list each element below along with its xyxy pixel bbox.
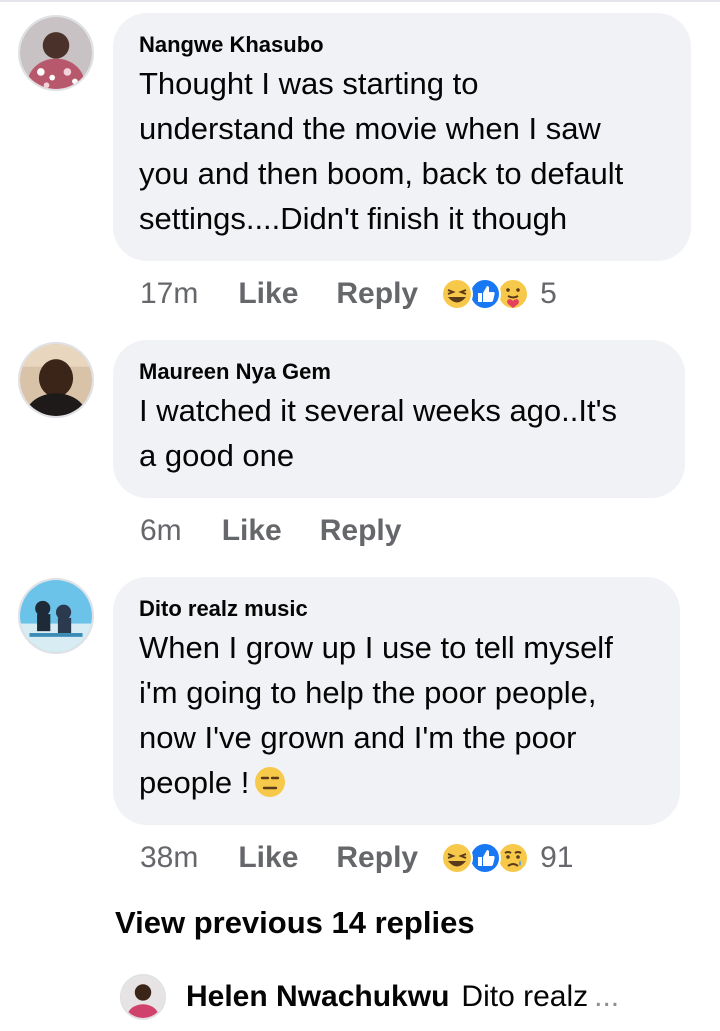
comment-author[interactable]: Maureen Nya Gem <box>139 358 659 386</box>
reply-button[interactable]: Reply <box>320 514 402 548</box>
top-divider <box>0 0 720 2</box>
like-button[interactable]: Like <box>238 277 298 311</box>
laughing-emoji-icon <box>440 841 474 875</box>
comment-author[interactable]: Nangwe Khasubo <box>139 31 665 59</box>
reaction-count: 5 <box>540 277 557 310</box>
reaction-summary[interactable]: 5 <box>440 277 557 311</box>
comment-actions: 17m Like Reply 5 <box>140 274 557 314</box>
reply-preview-text: Dito realz <box>461 980 589 1013</box>
comment-text-segment: people ! <box>139 765 250 800</box>
comment-text-line: I watched it several weeks ago..It's <box>139 393 618 428</box>
comment-text-line: settings....Didn't finish it though <box>139 201 568 236</box>
avatar[interactable] <box>18 15 94 91</box>
like-button[interactable]: Like <box>222 514 282 548</box>
comment-text: I watched it several weeks ago..It's a g… <box>139 388 659 478</box>
reply-preview-ellipsis: ... <box>594 980 620 1013</box>
reply-button[interactable]: Reply <box>336 277 418 311</box>
comment-text-line: you and then boom, back to default <box>139 156 624 191</box>
avatar[interactable] <box>18 578 94 654</box>
expressionless-face-icon <box>253 765 287 799</box>
laughing-emoji-icon <box>440 277 474 311</box>
comment-actions: 6m Like Reply <box>140 511 439 551</box>
comment-text-line: i'm going to help the poor people, <box>139 675 597 710</box>
comment-author[interactable]: Dito realz music <box>139 595 654 623</box>
comment-text-line: people ! <box>139 760 654 805</box>
like-button[interactable]: Like <box>238 841 298 875</box>
comment-time[interactable]: 38m <box>140 841 198 875</box>
reply-preview[interactable]: Helen Nwachukwu Dito realz ... <box>120 972 680 1022</box>
comment-time[interactable]: 17m <box>140 277 198 311</box>
comment-bubble: Dito realz music When I grow up I use to… <box>113 577 680 825</box>
reply-preview-author[interactable]: Helen Nwachukwu <box>186 980 449 1014</box>
reply-button[interactable]: Reply <box>336 841 418 875</box>
comment-text-line: When I grow up I use to tell myself <box>139 630 613 665</box>
comment-bubble: Maureen Nya Gem I watched it several wee… <box>113 340 685 498</box>
reaction-summary[interactable]: 91 <box>440 841 573 875</box>
comment-text: Thought I was starting to understand the… <box>139 61 665 241</box>
comment-text: When I grow up I use to tell myself i'm … <box>139 625 654 805</box>
view-previous-replies-link[interactable]: View previous 14 replies <box>115 905 475 941</box>
avatar[interactable] <box>18 342 94 418</box>
reaction-count: 91 <box>540 841 574 874</box>
comment-bubble: Nangwe Khasubo Thought I was starting to… <box>113 13 691 261</box>
comment-text-line: now I've grown and I'm the poor <box>139 720 577 755</box>
avatar[interactable] <box>120 974 166 1020</box>
comment-text-line: Thought I was starting to <box>139 66 479 101</box>
comment-text-line: understand the movie when I saw <box>139 111 601 146</box>
comment-time[interactable]: 6m <box>140 514 182 548</box>
comment-actions: 38m Like Reply 91 <box>140 838 573 878</box>
comment-text-line: a good one <box>139 438 295 473</box>
